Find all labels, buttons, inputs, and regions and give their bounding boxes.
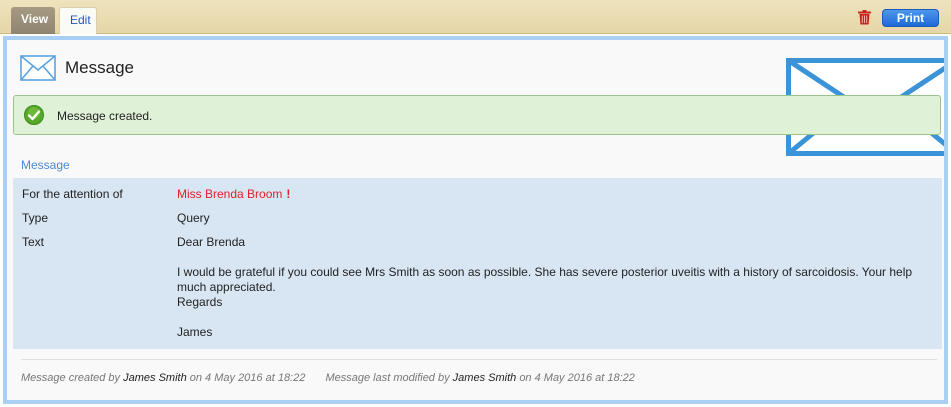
text-label: Text <box>22 235 45 249</box>
modified-by: James Smith <box>452 372 517 384</box>
body-line: Dear Brenda <box>177 235 246 249</box>
success-alert: Message created. <box>13 95 941 135</box>
attention-recipient[interactable]: Miss Brenda Broom <box>177 187 282 201</box>
modified-on: on 4 May 2016 at 18:22 <box>519 372 635 384</box>
urgent-flag-icon: ! <box>286 187 291 201</box>
message-body: Dear Brenda I would be grateful if you c… <box>177 235 937 340</box>
divider <box>21 359 937 360</box>
envelope-icon <box>20 55 56 81</box>
tab-edit[interactable]: Edit <box>59 7 97 34</box>
section-heading: Message <box>21 158 70 172</box>
created-by: James Smith <box>123 372 187 384</box>
top-tab-bar: View Edit Print <box>0 0 951 34</box>
body-line <box>177 310 937 325</box>
audit-footer: Message created by James Smith on 4 May … <box>21 372 635 384</box>
type-label: Type <box>22 211 49 225</box>
check-icon <box>24 105 44 125</box>
created-prefix: Message created by <box>21 372 121 384</box>
attention-value-wrap: Miss Brenda Broom! <box>177 187 937 202</box>
message-details: For the attention of Miss Brenda Broom! … <box>13 178 942 349</box>
trash-icon[interactable] <box>858 10 871 25</box>
print-button[interactable]: Print <box>882 9 939 27</box>
message-panel: Message Message created. Message For the… <box>3 36 948 404</box>
body-line: James <box>177 325 213 339</box>
attention-label: For the attention of <box>22 187 123 201</box>
created-on: on 4 May 2016 at 18:22 <box>189 372 306 384</box>
tab-view[interactable]: View <box>11 7 55 34</box>
body-line: I would be grateful if you could see Mrs… <box>177 265 913 294</box>
page-title: Message <box>65 58 134 77</box>
modified-prefix: Message last modified by <box>325 372 450 384</box>
alert-message: Message created. <box>57 109 153 123</box>
type-value: Query <box>177 211 210 225</box>
body-line <box>177 250 937 265</box>
body-line: Regards <box>177 295 223 309</box>
